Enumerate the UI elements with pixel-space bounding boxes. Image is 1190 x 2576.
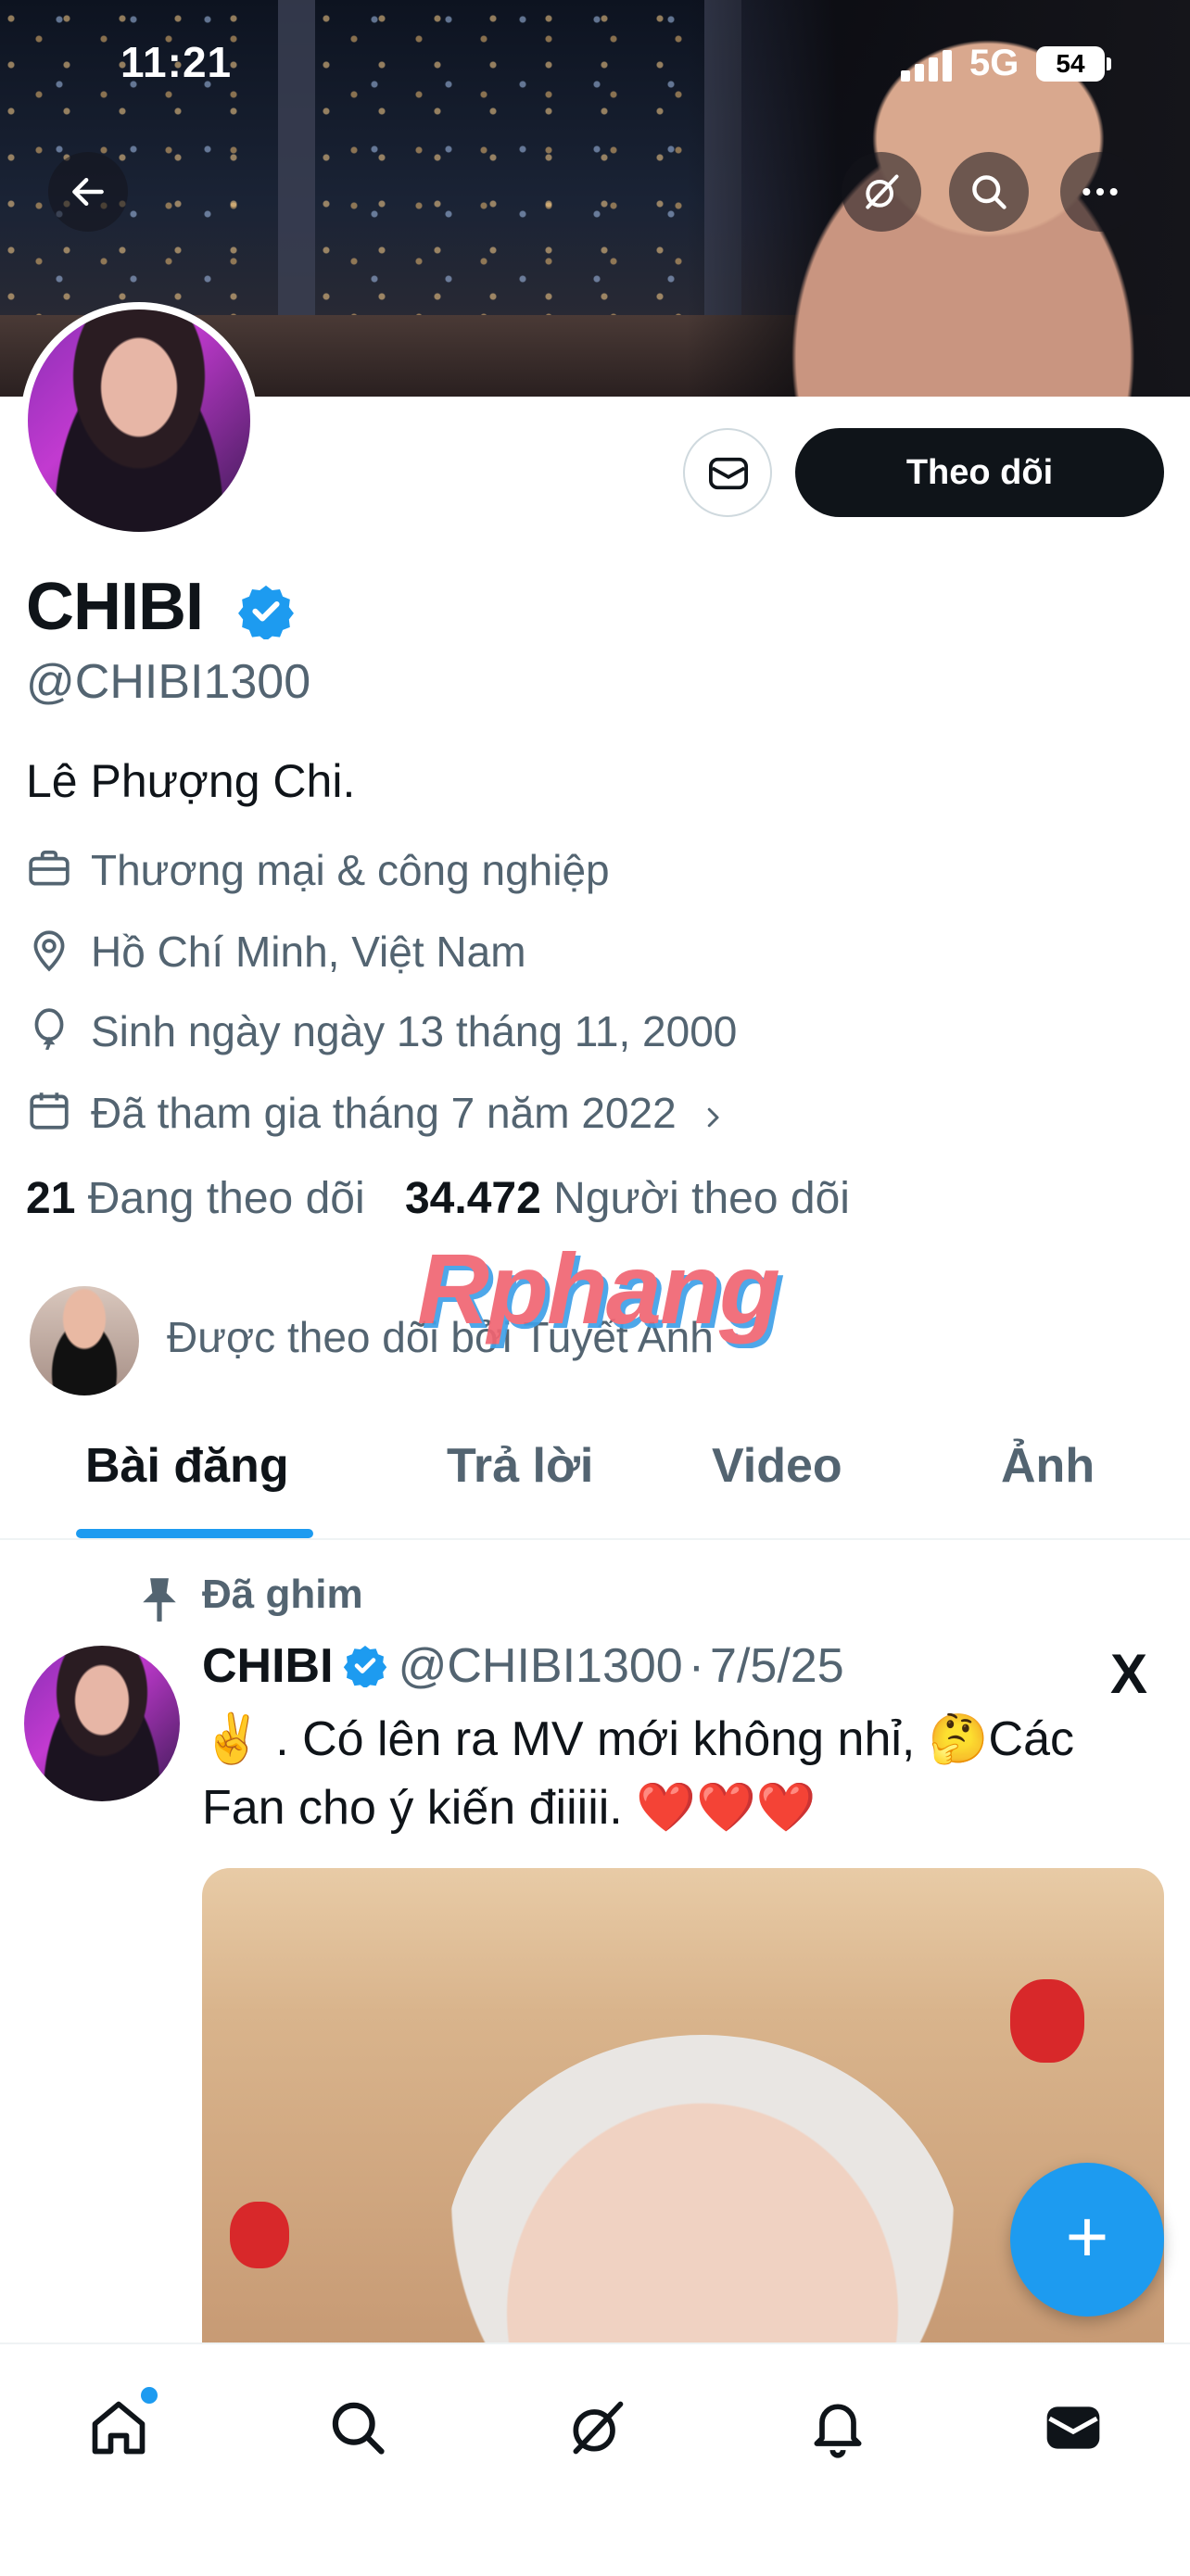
post-header: CHIBI @CHIBI1300 · 7/5/25: [202, 1638, 844, 1694]
back-button[interactable]: [48, 152, 128, 232]
profile-tabs: Bài đăng Trả lời Video Ảnh: [0, 1408, 1190, 1540]
briefcase-icon: [29, 850, 70, 886]
post-date: 7/5/25: [710, 1639, 844, 1693]
calendar-icon: [30, 1092, 69, 1130]
following-label: Đang theo dõi: [87, 1174, 365, 1223]
joined-label: Đã tham gia tháng 7 năm 2022: [91, 1089, 677, 1137]
post-author-name[interactable]: CHIBI: [202, 1639, 334, 1693]
profile-handle: @CHIBI1300: [26, 655, 311, 709]
grok-icon: [866, 174, 899, 209]
message-button[interactable]: [683, 428, 772, 517]
grok-icon: [573, 2401, 624, 2455]
location-text: Hồ Chí Minh, Việt Nam: [91, 928, 526, 976]
followers-label: Người theo dõi: [553, 1174, 850, 1223]
active-tab-indicator: [76, 1529, 313, 1538]
chevron-right-icon: [708, 1107, 719, 1128]
compose-fab[interactable]: +: [1010, 2163, 1164, 2317]
balloon-icon: [34, 1008, 64, 1051]
follow-stats: 21 Đang theo dõi 34.472 Người theo dõi: [26, 1173, 850, 1224]
birthday-text: Sinh ngày ngày 13 tháng 11, 2000: [91, 1007, 738, 1055]
profile-name: CHIBI: [26, 570, 204, 644]
banner-window: [315, 0, 704, 334]
bottom-nav: [0, 2342, 1190, 2576]
nav-notifications[interactable]: [793, 2383, 882, 2472]
following-count: 21: [26, 1174, 76, 1223]
follower-avatar: [30, 1286, 139, 1395]
post-text: ✌️ . Có lên ra MV mới không nhỉ, 🤔Các Fa…: [202, 1712, 1075, 1835]
verified-badge-icon: [343, 1646, 386, 1687]
mail-icon: [1046, 2406, 1100, 2449]
search-button[interactable]: [949, 152, 1029, 232]
follow-button[interactable]: Theo dõi: [795, 428, 1164, 517]
search-icon: [332, 2402, 385, 2455]
search-icon: [972, 175, 1006, 209]
envelope-icon: [709, 457, 748, 490]
nav-search[interactable]: [313, 2383, 402, 2472]
plus-icon: +: [1065, 2195, 1109, 2278]
nav-grok[interactable]: [552, 2383, 641, 2472]
tab-posts[interactable]: Bài đăng: [85, 1438, 289, 1494]
profile-avatar[interactable]: [20, 302, 258, 539]
bell-icon: [814, 2404, 862, 2458]
joined-text: Đã tham gia tháng 7 năm 2022: [91, 1088, 727, 1138]
nav-messages[interactable]: [1029, 2383, 1118, 2472]
signal-icon: [901, 50, 955, 82]
post-author-avatar[interactable]: [24, 1646, 180, 1801]
watermark-logo: Rphang: [417, 1232, 780, 1345]
profile-bio: Lê Phượng Chi.: [26, 755, 356, 807]
x-logo-icon[interactable]: X: [1110, 1642, 1147, 1706]
followers-link[interactable]: 34.472 Người theo dõi: [405, 1174, 850, 1223]
verified-badge-icon: [238, 585, 294, 639]
arrow-left-icon: [72, 177, 104, 207]
tab-video[interactable]: Video: [712, 1438, 842, 1494]
tab-replies[interactable]: Trả lời: [447, 1438, 593, 1494]
grok-button[interactable]: [842, 152, 921, 232]
category-text: Thương mại & công nghiệp: [91, 846, 610, 894]
tab-photos[interactable]: Ảnh: [1001, 1438, 1095, 1494]
pinned-text: Đã ghim: [202, 1572, 363, 1617]
battery-icon: 54: [1036, 46, 1111, 82]
following-link[interactable]: 21 Đang theo dõi: [26, 1174, 365, 1223]
pin-icon: [143, 1578, 176, 1622]
more-icon: [1082, 187, 1118, 196]
lantern-decoration: [230, 2202, 289, 2268]
nav-home[interactable]: [74, 2383, 163, 2472]
post-separator: ·: [688, 1639, 705, 1693]
followers-count: 34.472: [404, 1174, 541, 1223]
post-author-handle: @CHIBI1300: [398, 1639, 683, 1693]
more-button[interactable]: [1060, 152, 1140, 232]
notification-dot: [141, 2387, 158, 2404]
status-time: 11:21: [120, 38, 233, 86]
location-pin-icon: [33, 930, 65, 972]
network-label: 5G: [969, 43, 1019, 83]
lantern-decoration: [1010, 1979, 1084, 2063]
home-icon: [92, 2401, 146, 2455]
photo-subject: [443, 2035, 962, 2350]
